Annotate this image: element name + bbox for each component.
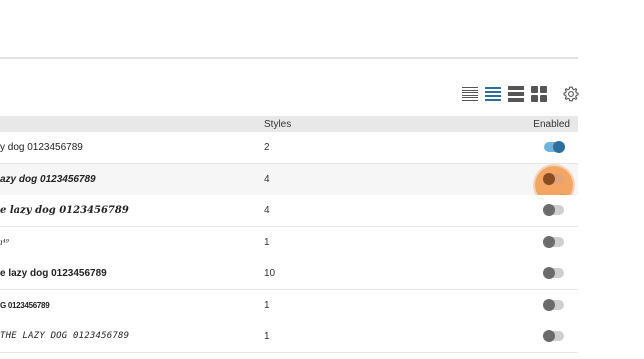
view-toolbar — [462, 84, 554, 104]
toggle-knob — [543, 330, 555, 342]
list-view-icon[interactable] — [485, 86, 501, 102]
toggle-knob — [543, 235, 555, 248]
font-sample-text: THE LAZY DOG 0123456789 — [0, 331, 130, 341]
table-row[interactable]: azy dog 0123456789 4 — [0, 163, 578, 204]
gear-icon[interactable] — [563, 86, 579, 102]
toggle-knob — [543, 204, 555, 216]
table-header: Styles Enabled — [0, 116, 578, 132]
grid-view-icon[interactable] — [531, 86, 547, 102]
styles-count: 2 — [264, 142, 270, 153]
font-sample-text: ı⁴⁹ — [0, 237, 9, 247]
toggle-knob — [543, 172, 555, 185]
table-row[interactable]: y dog 0123456789 2 — [0, 132, 578, 164]
font-sample-text: e lazy dog 0123456789 — [0, 205, 129, 216]
table-row[interactable]: e lazy dog 0123456789 10 — [0, 258, 578, 290]
table-row[interactable]: e lazy dog 0123456789 4 — [0, 195, 578, 227]
enabled-toggle[interactable] — [543, 235, 564, 248]
enabled-column-header[interactable]: Enabled — [533, 119, 570, 130]
styles-count: 4 — [264, 205, 270, 216]
table-row[interactable]: THE LAZY DOG 0123456789 1 — [0, 321, 578, 353]
styles-count: 1 — [264, 331, 270, 342]
compact-list-view-icon[interactable] — [462, 86, 478, 102]
font-sample-text: y dog 0123456789 — [0, 142, 83, 153]
styles-count: 4 — [264, 173, 270, 185]
enabled-toggle[interactable] — [543, 267, 564, 279]
table-row[interactable]: ı⁴⁹ 1 — [0, 226, 578, 259]
enabled-toggle[interactable] — [543, 204, 564, 216]
toggle-knob — [553, 141, 565, 153]
styles-column-header[interactable]: Styles — [264, 119, 291, 130]
font-sample-text: azy dog 0123456789 — [0, 173, 96, 185]
toggle-knob — [543, 267, 555, 279]
enabled-toggle[interactable] — [543, 298, 564, 311]
top-panel — [0, 0, 578, 59]
enabled-toggle[interactable] — [543, 172, 564, 185]
table-row[interactable]: G 0123456789 1 — [0, 289, 578, 322]
font-sample-text: e lazy dog 0123456789 — [0, 268, 107, 279]
enabled-toggle[interactable] — [544, 141, 565, 153]
enabled-toggle[interactable] — [543, 330, 564, 342]
styles-count: 10 — [264, 268, 276, 279]
styles-count: 1 — [264, 299, 270, 311]
styles-count: 1 — [264, 236, 270, 248]
toggle-knob — [543, 298, 555, 311]
large-list-view-icon[interactable] — [508, 86, 524, 102]
font-sample-text: G 0123456789 — [0, 300, 50, 310]
